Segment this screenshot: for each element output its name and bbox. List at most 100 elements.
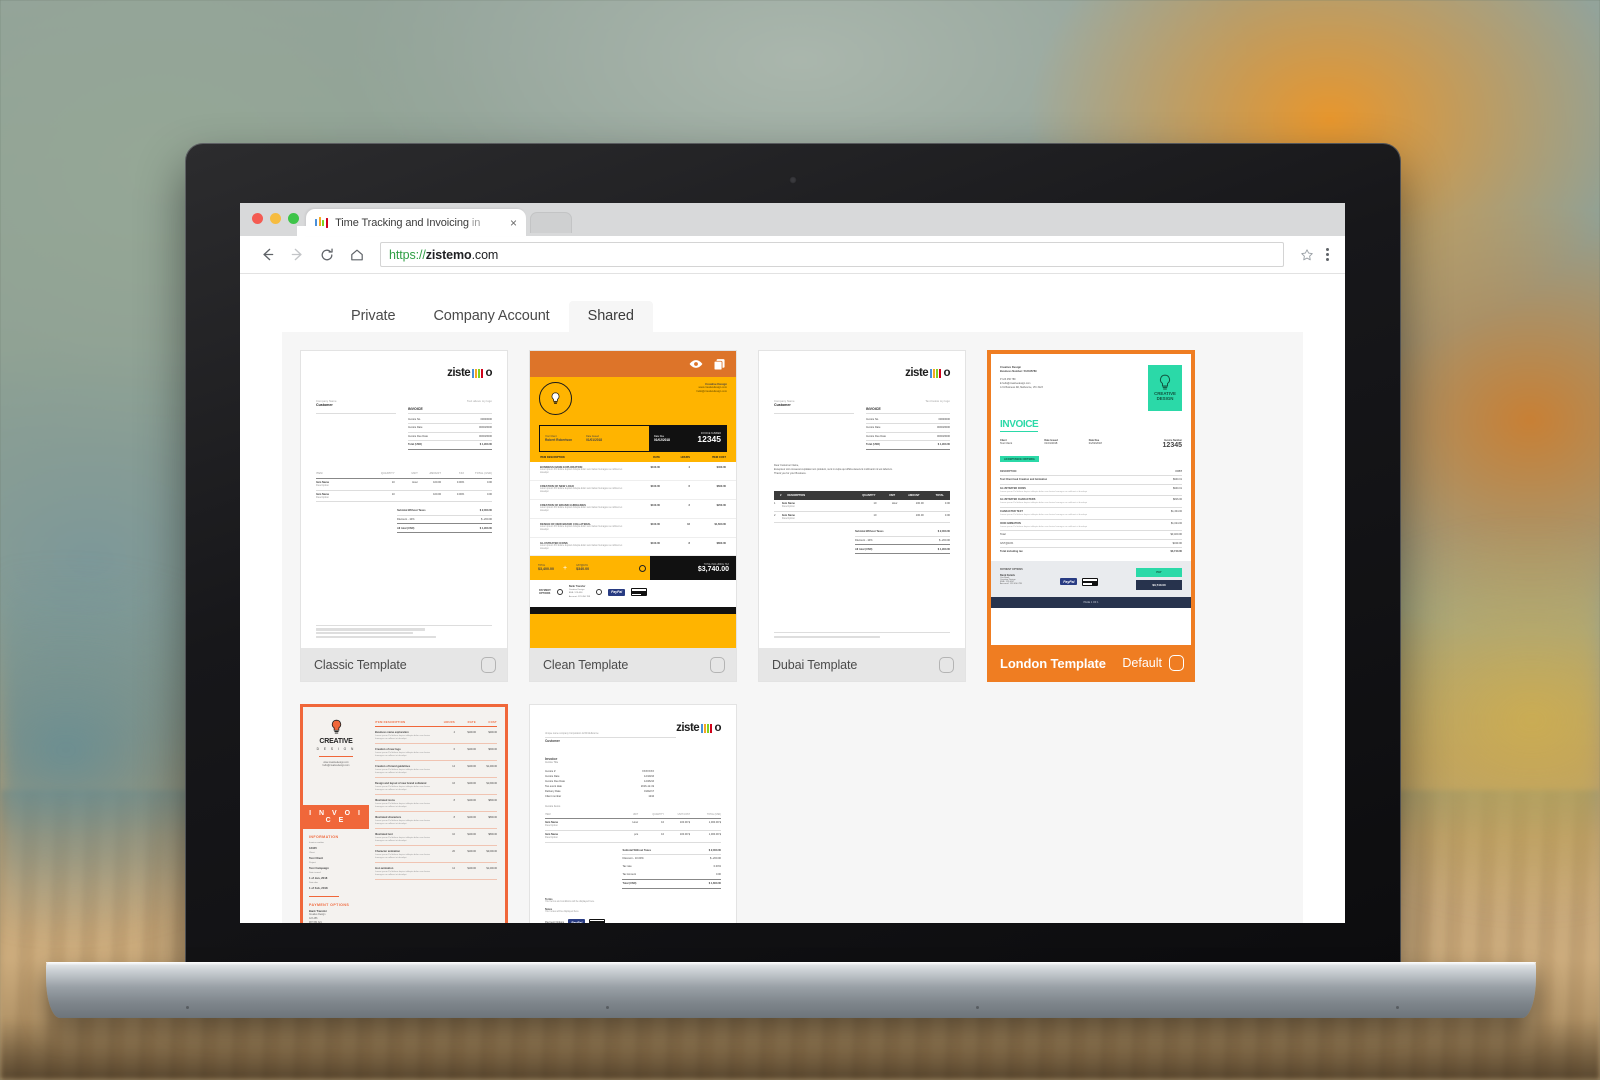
logo-text-right: o	[943, 367, 950, 379]
clean-payment-label: PAYMENT OPTIONS	[539, 588, 551, 596]
classic-col: TAX	[459, 472, 465, 476]
clean-grand-value: $3,740.00	[697, 565, 729, 573]
home-icon[interactable]	[342, 240, 372, 270]
classic-qty: 10	[391, 481, 395, 485]
template-card-london[interactable]: Creative Design Business Number: 5123457…	[987, 350, 1195, 682]
simple-field-value: 12/19/16	[644, 775, 655, 779]
preview-icon[interactable]	[689, 359, 703, 369]
creative-info-val: 1 of Feb, 2018	[309, 885, 328, 890]
close-window-button[interactable]	[252, 213, 263, 224]
simple-tax-label: Tax rate	[622, 865, 632, 869]
default-checkbox[interactable]: ✓	[1169, 655, 1184, 671]
pay-button[interactable]: PAY	[1136, 567, 1182, 577]
london-desc: Lorem ipsum Pol dolore dupisci dolupta d…	[1000, 514, 1088, 517]
tab-shared[interactable]: Shared	[568, 300, 653, 332]
creative-item: Design and layout of new brand collatera…	[375, 781, 427, 785]
creative-desc: Lorem ipsum Pol dolore dupisci dolupta d…	[375, 751, 430, 757]
template-card-simple[interactable]: Unique name company Corporation 1234 Mel…	[529, 704, 737, 923]
select-checkbox-clean[interactable]	[710, 656, 725, 673]
london-desc: Lorem ipsum Pol dolore dupisci dolupta d…	[1000, 502, 1088, 505]
dubai-qty: 10	[873, 502, 877, 506]
creative-rate: $100.00	[467, 815, 476, 819]
creative-cost: $800.00	[488, 815, 497, 819]
template-card-creative[interactable]: CREATIVE D E S I G N www.creativedesign.…	[300, 704, 508, 923]
classic-field-label: Invoice Date	[408, 426, 423, 430]
london-chip: ACCEPTANCE CRITERIA	[1000, 456, 1039, 463]
select-checkbox-dubai[interactable]	[939, 656, 954, 673]
tab-private[interactable]: Private	[332, 301, 414, 333]
browser-tab-active[interactable]: Time Tracking and Invoicing in ×	[306, 209, 526, 236]
clean-client-value: Robert Robertson	[545, 438, 573, 442]
dubai-doc-label: INVOICE	[866, 406, 881, 411]
template-thumbnail-london[interactable]: Creative Design Business Number: 5123457…	[988, 351, 1194, 645]
amount-button[interactable]: $3,740.00	[1136, 579, 1182, 590]
template-name-classic: Classic Template	[314, 657, 407, 672]
address-bar[interactable]: https://zistemo .com	[380, 242, 1284, 267]
new-tab-button[interactable]	[530, 212, 572, 233]
template-thumbnail-dubai[interactable]: ziste o Company Name Customer Text below…	[759, 351, 965, 648]
dubai-total-label: Total (USD)	[866, 443, 880, 447]
close-tab-button[interactable]: ×	[508, 217, 519, 229]
credit-card-icon	[589, 918, 606, 923]
browser-tab-title: Time Tracking and Invoicing in	[335, 217, 501, 229]
london-row: ICON ANIMATION Lorem ipsum Pol dolore dup…	[1000, 519, 1182, 530]
template-thumbnail-creative[interactable]: CREATIVE D E S I G N www.creativedesign.…	[303, 707, 505, 923]
template-thumbnail-classic[interactable]: ziste o Company Name Customer Text above…	[301, 351, 507, 648]
classic-tax: 0.00%	[456, 481, 465, 485]
browser-toolbar: https://zistemo .com	[240, 236, 1345, 274]
simple-discount-value: $ -200.00	[710, 857, 721, 861]
classic-logo-row: ziste o	[301, 351, 507, 380]
creative-logo-text: CREATIVE	[319, 738, 353, 745]
reload-icon[interactable]	[312, 240, 342, 270]
london-doc-label: INVOICE	[1000, 419, 1039, 432]
creative-hours: 10	[452, 832, 455, 836]
london-payment-label: PAYMENT OPTIONS	[1000, 567, 1023, 571]
clean-col: ITEM COST	[711, 455, 726, 459]
url-path: .com	[471, 247, 499, 262]
creative-col: HOURS	[443, 721, 455, 724]
creative-desc: Lorem ipsum Pol dolore dupisci dolupta d…	[375, 802, 430, 808]
template-thumbnail-clean[interactable]: Creative Design www.creativedesign.com h…	[530, 351, 736, 648]
simple-subtotal-value: $ 2,000.00	[708, 848, 721, 852]
creative-doc-label: I N V O I C E	[303, 805, 369, 830]
london-row: ILLUSTRATED CHARACTERS Lorem ipsum Pol do…	[1000, 496, 1182, 507]
dubai-col: #	[780, 493, 782, 497]
tab-company-account[interactable]: Company Account	[414, 301, 568, 333]
london-cost: $816.00	[1172, 498, 1182, 502]
clean-row: ILLUSTRATED ICONS Lorem ipsum Pol dolore …	[530, 538, 736, 557]
template-thumbnail-simple[interactable]: Unique name company Corporation 1234 Mel…	[530, 705, 736, 923]
bookmark-star-icon[interactable]	[1292, 240, 1322, 270]
paypal-icon: PayPal	[608, 588, 626, 596]
logo-text-left: ziste	[447, 367, 471, 379]
page-content: Private Company Account Shared ziste o C…	[240, 274, 1345, 923]
credit-card-icon	[1082, 577, 1099, 586]
creative-rate: $100.00	[467, 798, 476, 802]
minimize-window-button[interactable]	[270, 213, 281, 224]
lightbulb-icon	[1160, 375, 1170, 390]
template-grid: ziste o Company Name Customer Text above…	[300, 350, 1285, 923]
select-checkbox-classic[interactable]	[481, 656, 496, 673]
clean-item-desc: Lorem ipsum Pol dolore dupisci dolupta d…	[540, 506, 623, 513]
template-card-clean[interactable]: Creative Design www.creativedesign.com h…	[529, 350, 737, 682]
creative-item: Icon animation	[375, 866, 394, 870]
card-footer-classic: Classic Template	[301, 648, 507, 681]
template-card-dubai[interactable]: ziste o Company Name Customer Text below…	[758, 350, 966, 682]
london-tax-label: GST@10%	[1000, 541, 1014, 545]
browser-menu-icon[interactable]	[1322, 247, 1333, 262]
dubai-col: DESCRIPTION	[787, 493, 806, 497]
template-card-classic[interactable]: ziste o Company Name Customer Text above…	[300, 350, 508, 682]
simple-col: ITEM	[545, 813, 551, 816]
classic-total-label: Total (USD)	[408, 443, 422, 447]
creative-cost: $600.00	[488, 747, 497, 751]
duplicate-icon[interactable]	[713, 358, 726, 371]
browser-window: Time Tracking and Invoicing in × https:/…	[240, 203, 1345, 923]
clean-rate: $100.00	[650, 503, 660, 507]
creative-item: Illustrated characters	[375, 815, 402, 819]
london-header: Creative Design Business Number: 5123457…	[991, 354, 1191, 556]
card-footer-clean: Clean Template	[530, 648, 736, 681]
window-controls[interactable]	[252, 213, 299, 224]
creative-hours: 4	[453, 730, 455, 734]
templates-panel: ziste o Company Name Customer Text above…	[282, 332, 1303, 923]
back-arrow-icon[interactable]	[252, 240, 282, 270]
maximize-window-button[interactable]	[288, 213, 299, 224]
